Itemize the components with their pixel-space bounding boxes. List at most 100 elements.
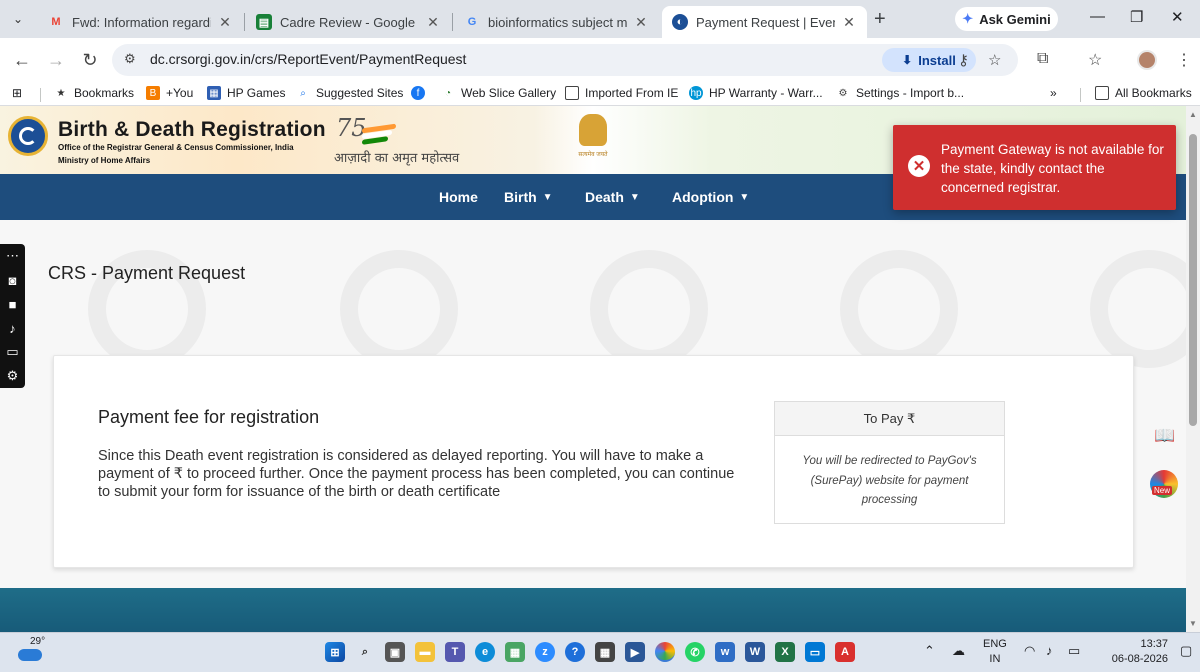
- bookmarks-bar: ⊞ ★ Bookmarks B +You ▦ HP Games ⌕ Suggested …: [0, 82, 1200, 106]
- video-icon[interactable]: ■: [0, 292, 25, 316]
- apps-icon[interactable]: ⊞: [12, 86, 22, 100]
- battery-icon[interactable]: ▭: [1068, 643, 1080, 659]
- nav-home[interactable]: Home: [439, 189, 478, 205]
- microphone-icon[interactable]: ♪: [0, 316, 25, 340]
- wifi-icon[interactable]: ◠: [1024, 643, 1035, 659]
- tab-search-button[interactable]: ⌄: [6, 7, 30, 31]
- tab-payment-request[interactable]: ◐ Payment Request | Events | C ✕: [662, 6, 867, 38]
- teams-icon[interactable]: T: [445, 642, 465, 662]
- onedrive-icon[interactable]: ☁: [952, 643, 965, 659]
- chevron-up-icon[interactable]: ⌃: [924, 643, 935, 659]
- word-online-icon[interactable]: w: [715, 642, 735, 662]
- bookmarks-sidebar-icon[interactable]: ☆: [1088, 50, 1102, 70]
- web-slice-icon: ◔: [444, 87, 452, 99]
- bookmark-suggested-sites[interactable]: ⌕ Suggested Sites: [296, 86, 403, 100]
- forward-button[interactable]: →: [44, 48, 68, 72]
- site-info-icon[interactable]: ⚙: [124, 51, 136, 67]
- watermark-logo: [340, 250, 458, 368]
- close-icon[interactable]: ✕: [633, 14, 649, 31]
- more-options-icon[interactable]: ⋯: [0, 244, 25, 268]
- browser-toolbar: ← → ↻ ⚙ dc.crsorgi.gov.in/crs/ReportEven…: [0, 38, 1200, 82]
- close-icon[interactable]: ✕: [217, 14, 233, 31]
- ask-gemini-button[interactable]: ✦ Ask Gemini: [955, 7, 1058, 31]
- task-view-icon[interactable]: ▣: [385, 642, 405, 662]
- page-scrollbar[interactable]: ▲ ▼: [1186, 106, 1200, 632]
- nav-adoption[interactable]: Adoption ▼: [672, 189, 749, 205]
- tab-title: bioinformatics subject matte: [488, 14, 627, 30]
- address-bar[interactable]: ⚙ dc.crsorgi.gov.in/crs/ReportEvent/Paym…: [112, 44, 1018, 76]
- bookmark-facebook[interactable]: f: [411, 86, 431, 100]
- bookmark-hp-games[interactable]: ▦ HP Games: [207, 86, 285, 100]
- bookmark-hp-warranty[interactable]: hp HP Warranty - Warr...: [689, 86, 823, 100]
- to-pay-button[interactable]: To Pay ₹: [775, 402, 1004, 436]
- search-icon[interactable]: ⌕: [355, 642, 375, 662]
- language-indicator[interactable]: ENG IN: [983, 637, 1007, 667]
- avatar[interactable]: [1137, 50, 1157, 70]
- national-emblem-icon: सत्यमेव जयते: [578, 114, 608, 166]
- folder-icon: [565, 86, 579, 100]
- crs-logo[interactable]: [8, 116, 48, 156]
- crs-icon: ◐: [672, 14, 688, 30]
- start-icon[interactable]: ⊞: [325, 642, 345, 662]
- menu-icon[interactable]: ⋮: [1176, 50, 1192, 70]
- bookmark-star-icon[interactable]: ☆: [988, 51, 1001, 69]
- bookmark-imported-from-ie[interactable]: Imported From IE: [565, 86, 678, 100]
- scroll-down-icon[interactable]: ▼: [1189, 619, 1197, 628]
- bookmark-plus-you[interactable]: B +You: [146, 86, 193, 100]
- new-tab-button[interactable]: +: [874, 8, 886, 31]
- site-subtitle-ministry: Ministry of Home Affairs: [58, 156, 151, 165]
- tab-google-search[interactable]: G bioinformatics subject matte ✕: [454, 6, 659, 38]
- clock[interactable]: 13:37 06-08-2026: [1102, 637, 1168, 667]
- excel-icon[interactable]: X: [775, 642, 795, 662]
- volume-icon[interactable]: ♪: [1046, 643, 1053, 658]
- taskbar: 29° ⊞ ⌕ ▣ ▬ T e ▦ z ? ▦ ▶ ✆ w W X ▭ A ⌃ …: [0, 632, 1200, 672]
- restore-button[interactable]: ❐: [1130, 8, 1143, 26]
- nav-birth[interactable]: Birth ▼: [504, 189, 553, 205]
- reload-button[interactable]: ↻: [78, 48, 102, 72]
- camera-icon[interactable]: ◙: [0, 268, 25, 292]
- folder-icon: [1095, 86, 1109, 100]
- site-subtitle: Office of the Registrar General & Census…: [58, 143, 294, 152]
- chevron-down-icon: ▼: [739, 191, 750, 203]
- minimize-button[interactable]: —: [1090, 8, 1105, 25]
- password-key-icon[interactable]: ⚷: [958, 51, 969, 69]
- tab-sheets[interactable]: ▤ Cadre Review - Google Shee ✕: [246, 6, 451, 38]
- url-text[interactable]: dc.crsorgi.gov.in/crs/ReportEvent/Paymen…: [150, 51, 466, 67]
- word-icon[interactable]: W: [745, 642, 765, 662]
- calculator-icon[interactable]: ▦: [595, 642, 615, 662]
- store-icon[interactable]: ▦: [505, 642, 525, 662]
- zoom-icon[interactable]: z: [535, 642, 555, 662]
- site-title: Birth & Death Registration: [58, 118, 326, 141]
- extensions-icon[interactable]: ⧉: [1037, 50, 1048, 68]
- gear-icon[interactable]: ⚙: [0, 364, 25, 388]
- whatsapp-icon[interactable]: ✆: [685, 642, 705, 662]
- weather-widget[interactable]: 29°: [18, 636, 45, 665]
- file-explorer-icon[interactable]: ▬: [415, 642, 435, 662]
- photos-icon[interactable]: ▶: [625, 642, 645, 662]
- window-icon[interactable]: ▭: [0, 340, 25, 364]
- close-window-button[interactable]: ✕: [1171, 8, 1184, 26]
- edge-icon[interactable]: e: [475, 642, 495, 662]
- bookmark-web-slice-gallery[interactable]: ◔ Web Slice Gallery: [441, 86, 556, 100]
- chrome-icon[interactable]: [655, 642, 675, 662]
- hp-games-icon: ▦: [207, 86, 221, 100]
- all-bookmarks[interactable]: All Bookmarks: [1095, 86, 1192, 100]
- error-toast[interactable]: ✕ Payment Gateway is not available for t…: [893, 125, 1176, 210]
- close-icon[interactable]: ✕: [841, 14, 857, 31]
- notification-icon[interactable]: ▢: [1180, 643, 1192, 659]
- remote-desktop-icon[interactable]: ▭: [805, 642, 825, 662]
- bookmark-bookmarks[interactable]: ★ Bookmarks: [54, 86, 135, 100]
- more-bookmarks-icon[interactable]: »: [1050, 86, 1057, 100]
- install-icon: ⬇: [902, 53, 913, 67]
- nav-death[interactable]: Death ▼: [585, 189, 640, 205]
- new-feature-badge[interactable]: New: [1150, 470, 1178, 498]
- help-icon[interactable]: ?: [565, 642, 585, 662]
- bookmark-settings-import[interactable]: ⚙ Settings - Import b...: [836, 86, 965, 100]
- close-icon[interactable]: ✕: [425, 14, 441, 31]
- reading-mode-icon[interactable]: 📖: [1154, 426, 1175, 446]
- pdf-icon[interactable]: A: [835, 642, 855, 662]
- scrollbar-thumb[interactable]: [1189, 134, 1197, 426]
- tab-gmail[interactable]: M Fwd: Information regarding ✕: [38, 6, 243, 38]
- back-button[interactable]: ←: [10, 48, 34, 72]
- scroll-up-icon[interactable]: ▲: [1189, 110, 1197, 119]
